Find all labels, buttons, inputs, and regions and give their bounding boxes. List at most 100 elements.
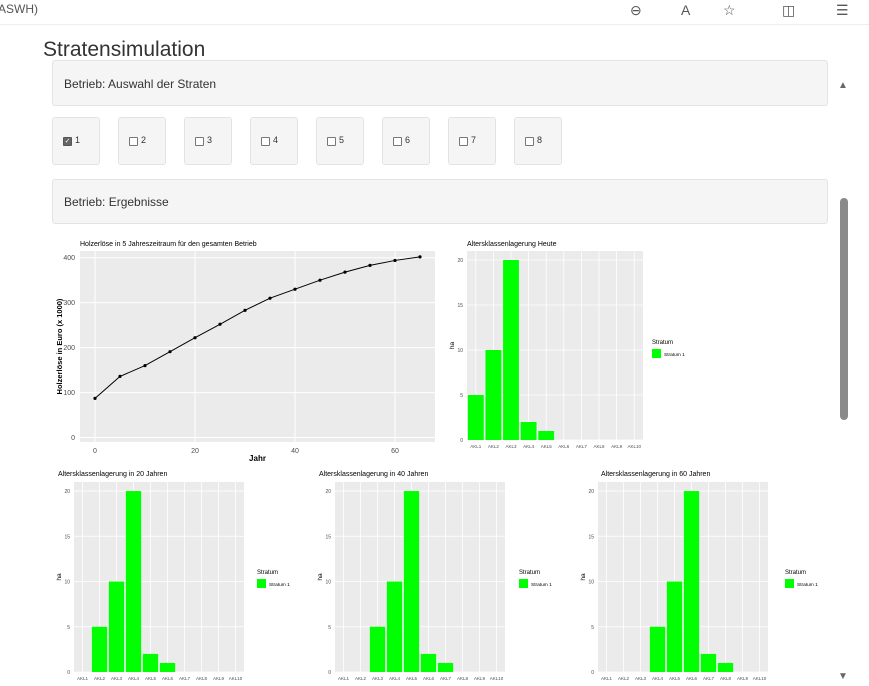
charts-layer: 0 20 40 600100200300400Holzerlöse in 5 Jahr…: [55, 241, 818, 681]
x-tick-label: AKL9: [474, 676, 486, 681]
x-tick-label: AKL7: [179, 676, 191, 681]
data-point: [243, 308, 247, 312]
line-chart-ylabel: Holzerlöse in Euro (x 1000): [55, 298, 64, 394]
x-tick-label: AKL2: [355, 676, 367, 681]
legend-key: [785, 579, 794, 588]
x-tick-label: 40: [291, 448, 299, 455]
data-point: [218, 322, 222, 326]
data-point: [93, 396, 97, 401]
x-tick-label: AKL6: [162, 676, 174, 681]
bar-chart-title: Altersklassenlagerung in 40 Jahren: [319, 471, 428, 478]
y-tick-label: 100: [63, 390, 75, 397]
bar: [386, 581, 403, 672]
x-tick-label: AKL10: [753, 676, 767, 681]
x-tick-label: 60: [391, 448, 399, 455]
age-class-chart-40y: [335, 482, 528, 673]
x-tick-label: AKL4: [523, 444, 535, 449]
y-tick-label: 10: [64, 580, 70, 586]
age-class-chart-today: [467, 251, 661, 441]
y-tick-label: 0: [460, 438, 463, 444]
x-tick-label: AKL10: [627, 444, 641, 449]
data-point: [143, 364, 147, 368]
x-tick-label: AKL5: [669, 676, 681, 681]
bar: [403, 491, 420, 672]
x-tick-label: AKL1: [470, 444, 482, 449]
x-tick-label: AKL4: [389, 676, 401, 681]
x-tick-label: AKL7: [703, 676, 715, 681]
legend-label: Stratum 1: [797, 582, 818, 588]
x-tick-label: AKL8: [593, 444, 605, 449]
bar: [142, 653, 159, 672]
x-tick-label: AKL5: [541, 444, 553, 449]
scroll-down-icon[interactable]: ▼: [838, 671, 848, 682]
bar-chart-ylabel: ha: [580, 573, 587, 581]
revenue-line-chart: [80, 251, 435, 442]
plot-panel: [80, 251, 435, 442]
y-tick-label: 20: [325, 489, 331, 495]
x-tick-label: AKL1: [77, 676, 89, 681]
x-tick-label: AKL10: [490, 676, 504, 681]
legend-label: Stratum 1: [531, 582, 552, 588]
bar: [717, 662, 734, 672]
bar: [108, 581, 125, 672]
x-tick-label: 0: [93, 448, 97, 455]
data-point: [393, 258, 397, 263]
bar: [520, 422, 537, 440]
y-tick-label: 0: [591, 670, 594, 676]
legend-label: Stratum 1: [664, 352, 685, 358]
bar-chart-ylabel: ha: [449, 342, 456, 350]
bar-chart-title: Altersklassenlagerung in 20 Jahren: [58, 471, 167, 478]
y-tick-label: 10: [457, 348, 463, 354]
y-tick-label: 20: [64, 489, 70, 495]
bar: [666, 581, 683, 672]
x-tick-label: AKL8: [196, 676, 208, 681]
data-point: [168, 350, 172, 354]
data-point: [368, 263, 372, 267]
x-tick-label: AKL3: [111, 676, 123, 681]
data-point: [343, 270, 347, 274]
x-tick-label: AKL9: [737, 676, 749, 681]
y-tick-label: 20: [457, 258, 463, 264]
data-point: [193, 336, 197, 340]
legend-title: Stratum: [652, 340, 673, 346]
line-chart-xlabel: Jahr: [249, 454, 266, 463]
age-class-chart-20y: [74, 482, 266, 673]
x-tick-label: AKL3: [635, 676, 647, 681]
x-tick-label: AKL4: [128, 676, 140, 681]
bar: [700, 653, 717, 672]
x-tick-label: AKL2: [94, 676, 106, 681]
y-tick-label: 10: [588, 580, 594, 586]
scroll-up-icon[interactable]: ▲: [838, 80, 848, 91]
x-tick-label: AKL8: [457, 676, 469, 681]
x-tick-label: AKL5: [145, 676, 157, 681]
bar: [420, 653, 437, 672]
bar: [369, 626, 386, 672]
bar: [683, 491, 700, 672]
data-point: [118, 374, 122, 378]
bar: [125, 491, 142, 672]
legend-title: Stratum: [519, 570, 540, 576]
bar-chart-title: Altersklassenlagerung Heute: [467, 241, 557, 248]
y-tick-label: 400: [63, 255, 75, 262]
scrollbar-thumb[interactable]: [840, 198, 848, 420]
age-class-chart-60y: [598, 482, 794, 673]
y-tick-label: 0: [71, 435, 75, 442]
x-tick-label: AKL7: [440, 676, 452, 681]
y-tick-label: 0: [328, 670, 331, 676]
y-tick-label: 15: [64, 534, 70, 540]
bar-chart-ylabel: ha: [56, 573, 63, 581]
bar-chart-title: Altersklassenlagerung in 60 Jahren: [601, 471, 710, 478]
x-tick-label: AKL9: [213, 676, 225, 681]
bar: [485, 350, 502, 440]
y-tick-label: 5: [328, 625, 331, 631]
x-tick-label: AKL2: [618, 676, 630, 681]
bar: [159, 662, 176, 672]
bar-chart-ylabel: ha: [317, 573, 324, 581]
y-tick-label: 15: [325, 534, 331, 540]
y-tick-label: 5: [591, 625, 594, 631]
legend-title: Stratum: [257, 570, 278, 576]
x-tick-label: AKL6: [423, 676, 435, 681]
x-tick-label: AKL1: [338, 676, 350, 681]
x-tick-label: AKL6: [686, 676, 698, 681]
x-tick-label: AKL10: [229, 676, 243, 681]
